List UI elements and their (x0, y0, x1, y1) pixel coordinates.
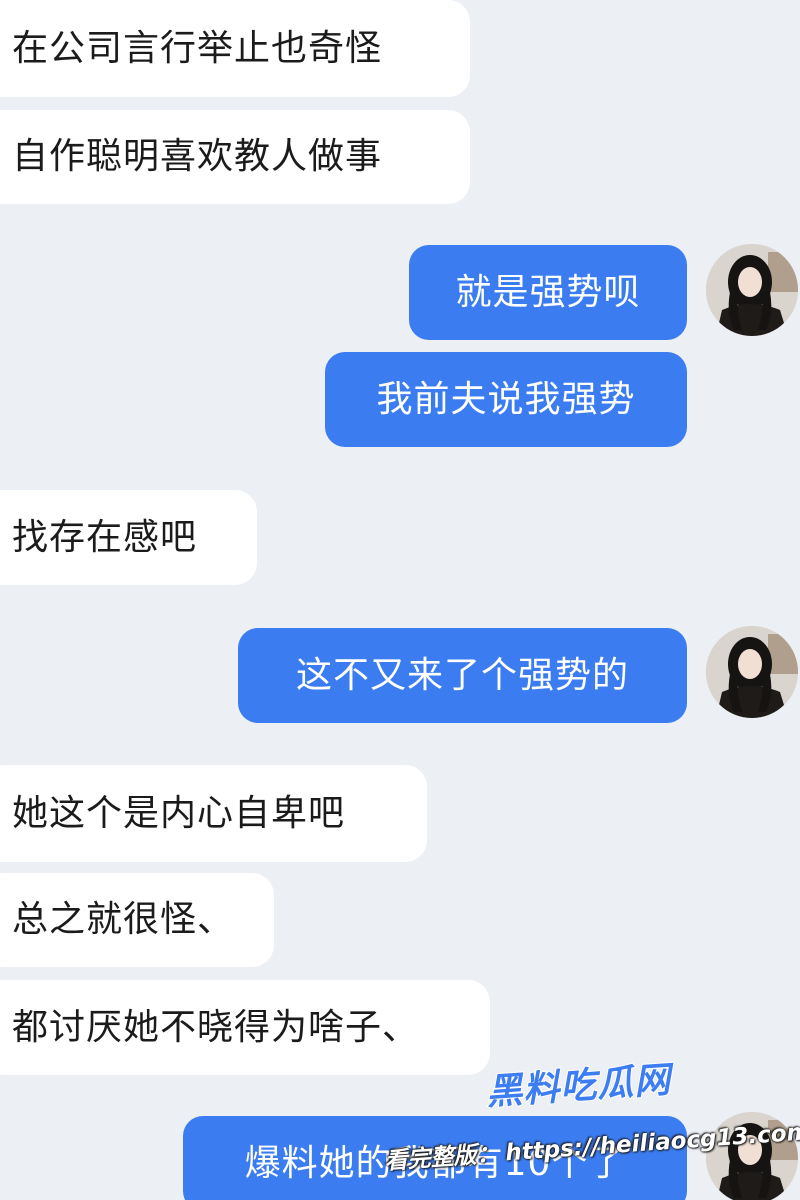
message-bubble-outgoing[interactable]: 就是强势呗 (409, 245, 687, 340)
message-bubble-outgoing[interactable]: 这不又来了个强势的 (238, 628, 687, 723)
chat-thread: 在公司言行举止也奇怪 自作聪明喜欢教人做事 就是强势呗 我前夫说我强势 找存在感… (0, 0, 800, 1200)
message-text: 总之就很怪、 (12, 899, 235, 940)
message-text: 爆料她的我都有10个了 (244, 1142, 626, 1184)
person-avatar-icon (706, 1112, 798, 1200)
message-text: 都讨厌她不晓得为啥子、 (12, 1006, 420, 1048)
message-text: 找存在感吧 (12, 516, 198, 558)
message-bubble-incoming[interactable]: 她这个是内心自卑吧 (0, 765, 427, 862)
person-avatar-icon (706, 244, 798, 336)
message-bubble-incoming[interactable]: 都讨厌她不晓得为啥子、 (0, 980, 490, 1075)
user-avatar[interactable] (706, 244, 798, 336)
message-bubble-outgoing[interactable]: 我前夫说我强势 (325, 352, 687, 447)
person-avatar-icon (706, 626, 798, 718)
message-bubble-incoming[interactable]: 总之就很怪、 (0, 873, 274, 967)
message-bubble-incoming[interactable]: 找存在感吧 (0, 490, 257, 585)
user-avatar[interactable] (706, 1112, 798, 1200)
message-bubble-incoming[interactable]: 在公司言行举止也奇怪 (0, 0, 470, 97)
message-text: 自作聪明喜欢教人做事 (12, 136, 383, 177)
message-text: 这不又来了个强势的 (295, 654, 629, 696)
message-bubble-outgoing[interactable]: 爆料她的我都有10个了 (183, 1116, 687, 1200)
user-avatar[interactable] (706, 626, 798, 718)
message-text: 就是强势呗 (455, 271, 641, 313)
message-bubble-incoming[interactable]: 自作聪明喜欢教人做事 (0, 110, 470, 204)
message-text: 我前夫说我强势 (376, 378, 636, 420)
message-text: 在公司言行举止也奇怪 (12, 27, 383, 69)
message-text: 她这个是内心自卑吧 (12, 792, 346, 834)
